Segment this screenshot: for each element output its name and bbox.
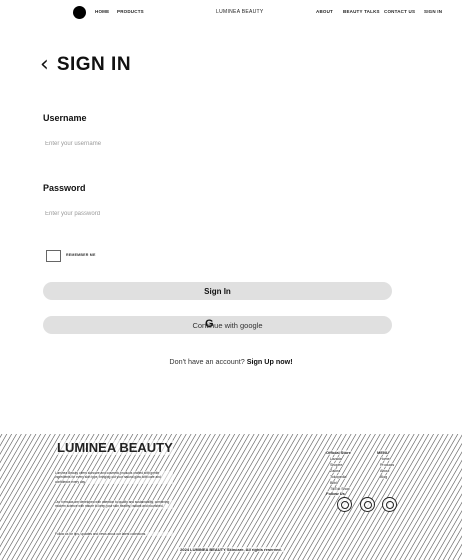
nav-signin[interactable]: SIGN IN [424,9,442,14]
signup-link[interactable]: Sign Up now! [247,357,293,366]
sign-in-button-label: Sign In [204,286,231,296]
page-header: ‹ SIGN IN [40,54,131,76]
social-icon-glyph [363,500,372,509]
username-label: Username [43,113,87,123]
page-title: SIGN IN [56,54,132,75]
sign-in-button[interactable]: Sign In [43,282,392,300]
footer-brand: LUMINEA BEAUTY [57,440,173,455]
footer-store-link[interactable]: Blibli [330,481,338,485]
top-nav: HOME PRODUCTS LUMINEA BEAUTY ABOUT BEAUT… [0,0,462,26]
signup-prompt: Don't have an account? Sign Up now! [0,357,462,366]
footer-follow-title: Follow Us [326,491,345,496]
footer-about-text-2: Our formulas are developed with attentio… [55,500,173,509]
social-icon-glyph [340,500,349,509]
footer: LUMINEA BEAUTY Luminea Beauty offers ski… [0,434,462,560]
footer-store-link[interactable]: Shopee [330,463,343,467]
footer-about-text: Luminea Beauty offers skincare and cosme… [55,471,173,484]
remember-me-label: REMEMBER ME [66,253,96,257]
password-input[interactable] [45,206,385,222]
copyright: 2024 LUMINEA BEAUTY Skincare. All rights… [0,547,462,552]
footer-store-link[interactable]: Tokopedia [330,475,347,479]
footer-store-link[interactable]: Zalora [330,469,341,473]
nav-home[interactable]: HOME [95,9,109,14]
social-icon-1[interactable] [337,497,352,512]
footer-menu-link[interactable]: About [380,469,390,473]
nav-contact[interactable]: CONTACT US [384,9,415,14]
signup-prompt-text: Don't have an account? [169,357,247,366]
social-icon-glyph [385,500,394,509]
google-button-label: Continue with google [192,320,263,330]
google-signin-button[interactable]: G Continue with google [43,316,392,334]
google-icon: G [205,318,214,330]
nav-beauty-talks[interactable]: BEAUTY TALKS [343,9,380,14]
footer-menu-link[interactable]: Products [380,463,395,467]
nav-products[interactable]: PRODUCTS [117,9,144,14]
footer-about-text-3: Follow us for tips, updates and news abo… [55,532,173,537]
password-label: Password [43,183,86,193]
nav-about[interactable]: ABOUT [316,9,333,14]
copyright-text: 2024 LUMINEA BEAUTY Skincare. All rights… [178,547,284,552]
nav-brand[interactable]: LUMINEA BEAUTY [216,9,264,15]
remember-me-checkbox[interactable] [46,250,61,262]
footer-menu-title: MENU [377,450,389,455]
footer-official-store-title: Official Store [326,450,351,455]
logo-icon[interactable] [73,6,86,19]
footer-menu-link[interactable]: Home [380,457,390,461]
footer-store-link[interactable]: Lazada [330,457,342,461]
social-icon-3[interactable] [382,497,397,512]
chevron-left-icon[interactable]: ‹ [40,54,49,76]
username-input[interactable] [45,136,385,152]
footer-menu-link[interactable]: Blog [380,475,388,479]
social-icon-2[interactable] [360,497,375,512]
